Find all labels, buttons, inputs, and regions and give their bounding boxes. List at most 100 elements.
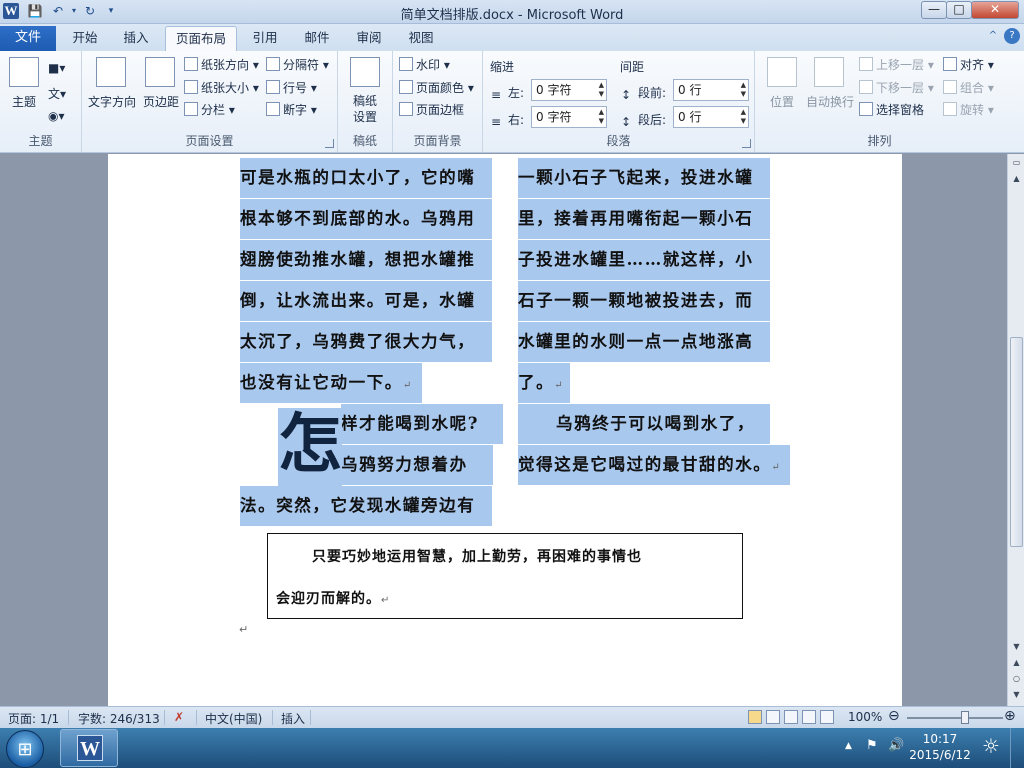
page-setup-launcher-icon[interactable] <box>325 139 334 148</box>
taskbar-word-button[interactable]: W <box>60 729 118 767</box>
breaks-button[interactable]: 分隔符 ▾ <box>283 58 329 72</box>
collapse-ribbon-icon[interactable]: ^ <box>985 28 1001 44</box>
previous-page-icon[interactable]: ▲ <box>1010 656 1023 670</box>
columns-button[interactable]: 分栏 ▾ <box>201 103 235 117</box>
zoom-slider-knob[interactable] <box>960 711 969 724</box>
ribbon-page-layout: 主题 ■▾ 文▾ ◉▾ 主题 文字方向 页边距 纸张方向 ▾ 纸张大小 ▾ 分栏… <box>0 51 1024 153</box>
tab-mailings[interactable]: 邮件 <box>295 26 339 51</box>
rotate-button[interactable]: 旋转 ▾ <box>960 103 994 117</box>
spinner-arrows-icon[interactable]: ▲ ▼ <box>599 81 604 99</box>
note-line-2-text: 会迎刃而解的。 <box>276 591 381 607</box>
spacing-after-value: 0 行 <box>678 110 702 124</box>
line-numbers-button[interactable]: 行号 ▾ <box>283 81 317 95</box>
paragraph-mark: ↵ <box>771 462 782 473</box>
show-desktop-button[interactable] <box>1010 728 1024 768</box>
tab-insert[interactable]: 插入 <box>114 26 158 51</box>
spinner-arrows-icon[interactable]: ▲ ▼ <box>741 81 746 99</box>
status-bar: 页面: 1/1 字数: 246/313 ✗ 中文(中国) 插入 100% ⊖ ⊕ <box>0 706 1024 728</box>
tab-page-layout[interactable]: 页面布局 <box>165 26 237 51</box>
maximize-button[interactable]: □ <box>946 1 972 19</box>
insert-mode-indicator[interactable]: 插入 <box>281 710 305 727</box>
print-layout-view-icon[interactable] <box>748 710 762 724</box>
paragraph-launcher-icon[interactable] <box>742 139 751 148</box>
hyphenation-button[interactable]: 断字 ▾ <box>283 103 317 117</box>
tab-references[interactable]: 引用 <box>243 26 287 51</box>
selection-pane-button[interactable]: 选择窗格 <box>876 103 924 117</box>
theme-fonts-button[interactable]: 文▾ <box>48 85 66 102</box>
watermark-button[interactable]: 水印 ▾ <box>416 58 450 72</box>
align-button[interactable]: 对齐 ▾ <box>960 58 994 72</box>
paragraph-mark: ↵ <box>402 380 413 391</box>
spacing-before-spinner[interactable]: 0 行 ▲ ▼ <box>673 79 749 101</box>
document-page[interactable]: 可是水瓶的口太小了，它的嘴 根本够不到底部的水。乌鸦用 翅膀使劲推水罐，想把水罐… <box>108 154 902 706</box>
show-hidden-icons-icon[interactable]: ▲ <box>845 741 852 751</box>
title-bar: W 💾 ↶ ▾ ↻ ▾ 简单文档排版.docx - Microsoft Word… <box>0 0 1024 24</box>
size-button[interactable]: 纸张大小 ▾ <box>201 81 259 95</box>
tab-review[interactable]: 审阅 <box>347 26 391 51</box>
scroll-thumb[interactable] <box>1010 337 1023 547</box>
paragraph-mark: ↵ <box>554 380 565 391</box>
scroll-down-icon[interactable]: ▼ <box>1010 640 1023 654</box>
themes-button[interactable]: 主题 <box>4 93 44 110</box>
indent-left-icon: ≡ <box>491 88 502 102</box>
text-direction-icon <box>96 57 126 87</box>
wrap-text-button[interactable]: 自动换行 <box>803 93 857 110</box>
zoom-level[interactable]: 100% <box>848 710 882 724</box>
zoom-out-icon[interactable]: ⊖ <box>888 708 900 724</box>
hyphenation-icon <box>266 102 280 116</box>
action-center-flag-icon[interactable]: ⚑ <box>866 738 878 753</box>
theme-effects-button[interactable]: ◉▾ <box>48 109 65 123</box>
text-direction-button[interactable]: 文字方向 <box>86 93 138 110</box>
proofing-icon[interactable]: ✗ <box>174 710 184 724</box>
group-label-arrange: 排列 <box>867 134 892 148</box>
spinner-arrows-icon[interactable]: ▲ ▼ <box>599 108 604 126</box>
clock[interactable]: 10:17 2015/6/12 <box>900 731 980 763</box>
right-line-5: 水罐里的水则一点一点地涨高 <box>518 322 770 362</box>
outline-view-icon[interactable] <box>802 710 816 724</box>
right-line-3: 子投进水罐里……就这样，小 <box>518 240 770 280</box>
position-button[interactable]: 位置 <box>759 93 805 110</box>
minimize-button[interactable]: — <box>921 1 947 19</box>
clock-date: 2015/6/12 <box>909 748 971 762</box>
page-borders-button[interactable]: 页面边框 <box>416 103 464 117</box>
page-indicator[interactable]: 页面: 1/1 <box>8 710 59 727</box>
language-indicator[interactable]: 中文(中国) <box>205 710 262 727</box>
page-color-button[interactable]: 页面颜色 ▾ <box>416 81 474 95</box>
bring-forward-button[interactable]: 上移一层 ▾ <box>876 58 934 72</box>
drop-cap[interactable]: 怎 <box>278 408 342 486</box>
document-area[interactable]: 可是水瓶的口太小了，它的嘴 根本够不到底部的水。乌鸦用 翅膀使劲推水罐，想把水罐… <box>0 154 1007 706</box>
web-layout-view-icon[interactable] <box>784 710 798 724</box>
full-screen-reading-view-icon[interactable] <box>766 710 780 724</box>
spinner-arrows-icon[interactable]: ▲ ▼ <box>741 108 746 126</box>
help-icon[interactable]: ? <box>1004 28 1020 44</box>
note-text-box[interactable]: 只要巧妙地运用智慧，加上勤劳，再困难的事情也 会迎刃而解的。↵ <box>267 533 743 619</box>
group-button[interactable]: 组合 ▾ <box>960 81 994 95</box>
next-page-icon[interactable]: ▼ <box>1010 688 1023 702</box>
left-line-1: 可是水瓶的口太小了，它的嘴 <box>240 158 492 198</box>
margins-icon <box>145 57 175 87</box>
start-button[interactable]: ⊞ <box>6 730 44 768</box>
margins-button[interactable]: 页边距 <box>137 93 185 110</box>
rotate-icon <box>943 102 957 116</box>
spacing-after-spinner[interactable]: 0 行 ▲ ▼ <box>673 106 749 128</box>
weather-gadget-icon[interactable]: ☼ <box>982 734 1000 758</box>
tab-view[interactable]: 视图 <box>399 26 443 51</box>
indent-right-spinner[interactable]: 0 字符 ▲ ▼ <box>531 106 607 128</box>
ruler-toggle-icon[interactable]: ▭ <box>1010 156 1023 170</box>
orientation-button[interactable]: 纸张方向 ▾ <box>201 58 259 72</box>
vertical-scrollbar[interactable]: ▭ ▲ ▼ ▲ ○ ▼ <box>1007 154 1024 706</box>
word-count[interactable]: 字数: 246/313 <box>78 710 160 727</box>
close-button[interactable]: ✕ <box>971 1 1019 19</box>
theme-colors-button[interactable]: ■▾ <box>48 61 65 75</box>
draft-view-icon[interactable] <box>820 710 834 724</box>
tab-file[interactable]: 文件 <box>0 26 56 51</box>
manuscript-settings-button[interactable]: 稿纸 设置 <box>340 93 390 125</box>
zoom-in-icon[interactable]: ⊕ <box>1004 708 1016 724</box>
indent-left-spinner[interactable]: 0 字符 ▲ ▼ <box>531 79 607 101</box>
group-page-setup: 文字方向 页边距 纸张方向 ▾ 纸张大小 ▾ 分栏 ▾ 分隔符 ▾ 行号 ▾ 断… <box>82 51 338 152</box>
tab-home[interactable]: 开始 <box>62 26 108 51</box>
zoom-slider[interactable] <box>907 717 1003 719</box>
browse-object-icon[interactable]: ○ <box>1010 672 1023 686</box>
scroll-up-icon[interactable]: ▲ <box>1010 172 1023 186</box>
send-backward-button[interactable]: 下移一层 ▾ <box>876 81 934 95</box>
